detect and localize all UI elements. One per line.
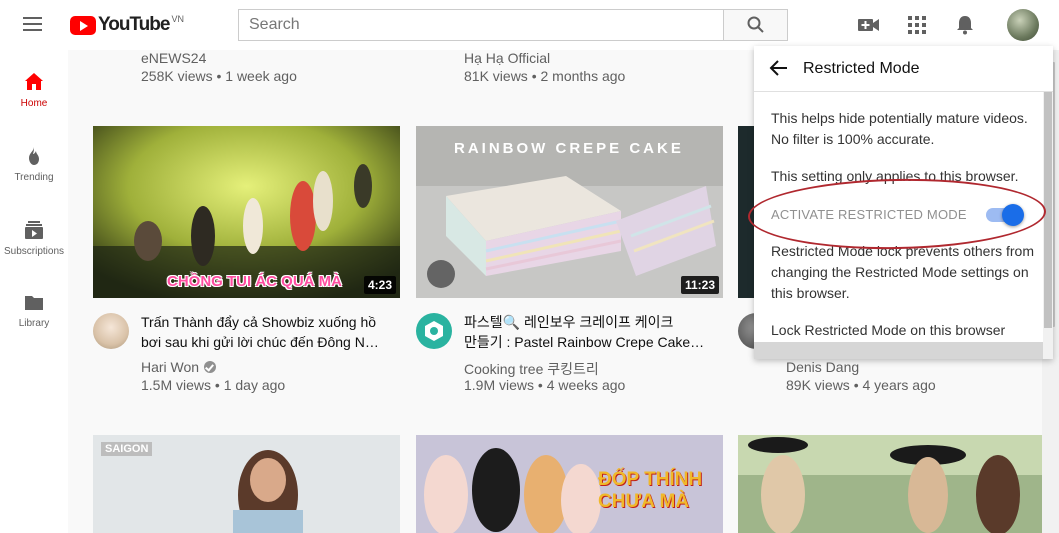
restricted-mode-toggle-label: ACTIVATE RESTRICTED MODE — [771, 207, 967, 222]
restricted-mode-panel: Restricted Mode This helps hide potentia… — [754, 46, 1053, 359]
panel-description: This helps hide potentially mature video… — [771, 110, 1028, 147]
folder-icon — [25, 296, 43, 310]
video-title-line: Trấn Thành đẩy cả Showbiz xuống hồ — [141, 314, 377, 330]
channel-name[interactable]: eNEWS24 — [141, 49, 297, 67]
channel-avatar[interactable] — [93, 313, 129, 349]
thumbnail-caption: CHỒNG TUI ÁC QUÁ MÀ — [167, 273, 342, 290]
restricted-mode-toggle-knob[interactable] — [1002, 204, 1024, 226]
channel-row: Hari Won — [141, 359, 217, 375]
video-duration: 4:23 — [363, 276, 396, 294]
video-thumbnail[interactable]: SAIGON — [93, 435, 400, 533]
video-meta-block: eNEWS24 258K views • 1 week ago — [141, 49, 297, 85]
thumbnail-caption: SAIGON — [101, 442, 153, 456]
panel-horizontal-scrollbar[interactable] — [754, 342, 1043, 359]
sidebar-item-subscriptions[interactable]: Subscriptions — [0, 220, 68, 290]
youtube-logo[interactable]: YouTube VN — [70, 14, 184, 36]
channel-name[interactable]: Hari Won — [141, 359, 199, 375]
panel-scrollbar-thumb[interactable] — [1044, 92, 1052, 328]
sidebar-item-home[interactable]: Home — [0, 72, 68, 142]
video-views-age: 1.5M views • 1 day ago — [141, 377, 286, 393]
lock-restricted-mode-link[interactable]: Lock Restricted Mode on this browser — [771, 320, 1043, 341]
video-views-age: 258K views • 1 week ago — [141, 68, 297, 84]
search-box — [238, 9, 724, 41]
video-thumbnail[interactable]: ĐỐP THÍNH CHƯA MÀ — [416, 435, 723, 533]
top-bar: YouTube VN — [0, 0, 1059, 50]
sidebar-item-label: Library — [18, 318, 50, 329]
video-views-age: 81K views • 2 months ago — [464, 68, 626, 84]
flame-icon — [29, 147, 39, 165]
channel-name[interactable]: Cooking tree 쿠킹트리 — [464, 359, 599, 379]
channel-row: Denis Dang — [786, 359, 859, 375]
video-title[interactable]: Trấn Thành đẩy cả Showbiz xuống hồ bơi s… — [141, 312, 391, 352]
sidebar-item-label: Trending — [14, 172, 54, 183]
verified-icon — [204, 361, 217, 373]
bell-icon[interactable] — [953, 13, 977, 37]
sidebar-item-library[interactable]: Library — [0, 294, 68, 364]
video-views-age: 89K views • 4 years ago — [786, 377, 936, 393]
home-icon — [25, 73, 43, 90]
logo-region: VN — [171, 14, 184, 24]
channel-name[interactable]: Denis Dang — [786, 359, 859, 375]
account-avatar[interactable] — [1007, 9, 1039, 41]
panel-lock-description: Restricted Mode lock prevents others fro… — [771, 243, 1034, 301]
apps-grid-icon[interactable] — [905, 13, 929, 37]
subscriptions-icon — [25, 221, 43, 239]
channel-avatar[interactable] — [416, 313, 452, 349]
back-arrow-icon[interactable] — [768, 57, 790, 79]
sidebar-item-label: Home — [20, 98, 48, 109]
panel-title: Restricted Mode — [803, 60, 920, 77]
video-thumbnail[interactable] — [738, 435, 1042, 533]
channel-row: Cooking tree 쿠킹트리 — [464, 359, 599, 379]
video-title-line: bơi sau khi gửi lời chúc đến Đông N… — [141, 334, 379, 350]
video-title-line: 파스텔🔍 레인보우 크레이프 케이크 — [464, 314, 674, 330]
search-button[interactable] — [723, 9, 788, 41]
thumbnail-caption: ĐỐP THÍNH CHƯA MÀ — [598, 469, 703, 512]
video-title[interactable]: 파스텔🔍 레인보우 크레이프 케이크 만들기 : Pastel Rainbow … — [464, 312, 714, 352]
video-camera-icon[interactable] — [857, 13, 881, 37]
panel-header: Restricted Mode — [754, 46, 1053, 92]
video-views-age: 1.9M views • 4 weeks ago — [464, 377, 626, 393]
thumbnail-caption: RAINBOW CREPE CAKE — [454, 140, 684, 157]
sidebar: Home Trending Subscriptions Library — [0, 50, 68, 533]
youtube-play-icon — [70, 16, 96, 35]
panel-browser-note: This setting only applies to this browse… — [771, 168, 1019, 184]
menu-icon[interactable] — [23, 17, 42, 31]
video-thumbnail[interactable]: RAINBOW CREPE CAKE 11:23 — [416, 126, 723, 298]
video-meta-block: Hạ Hạ Official 81K views • 2 months ago — [464, 49, 625, 85]
search-icon — [747, 16, 764, 33]
video-thumbnail[interactable]: CHỒNG TUI ÁC QUÁ MÀ 4:23 — [93, 126, 400, 298]
sidebar-item-trending[interactable]: Trending — [0, 146, 68, 216]
logo-text: YouTube — [98, 14, 170, 35]
channel-name[interactable]: Hạ Hạ Official — [464, 49, 625, 67]
video-title-line: 만들기 : Pastel Rainbow Crepe Cake… — [464, 334, 705, 350]
video-duration: 11:23 — [680, 276, 719, 294]
search-input[interactable] — [239, 10, 724, 40]
sidebar-item-label: Subscriptions — [3, 246, 65, 257]
